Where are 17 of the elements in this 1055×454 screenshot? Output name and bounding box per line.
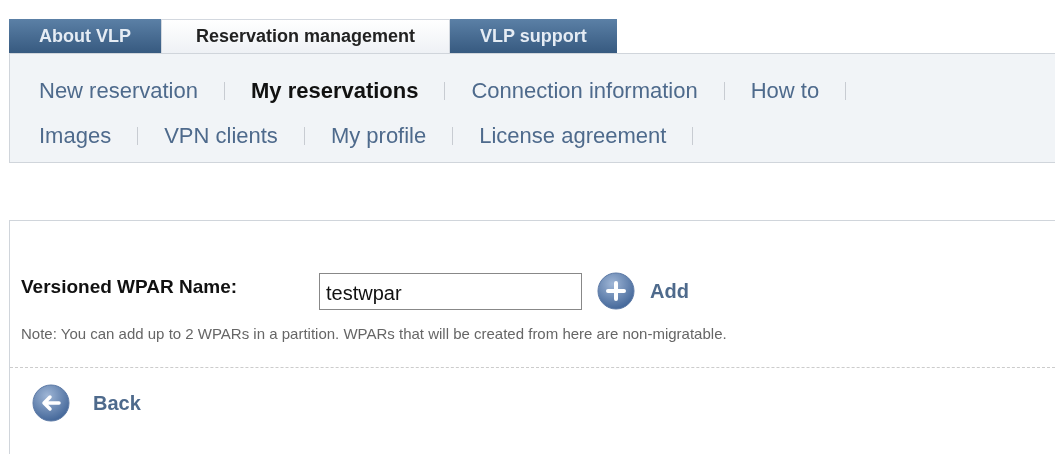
tab[interactable]: Reservation management [161, 19, 451, 53]
submenu-link[interactable]: My reservations [250, 74, 419, 107]
submenu-link[interactable]: My profile [330, 119, 427, 152]
submenu-link[interactable]: VPN clients [164, 119, 278, 152]
submenu-link[interactable]: How to [750, 74, 820, 107]
add-link[interactable]: Add [650, 276, 689, 306]
tab[interactable]: VLP support [450, 19, 617, 53]
submenu-link[interactable]: Connection information [471, 74, 698, 107]
field-label: Versioned WPAR Name: [21, 274, 239, 299]
submenu-link[interactable]: New reservation [39, 74, 198, 107]
note-text: Note: You can add up to 2 WPARs in a partition. WPARs that will be created from here are non-migratable. [20, 324, 728, 344]
plus-icon [596, 271, 636, 311]
submenu-link[interactable]: Images [39, 119, 112, 152]
tab[interactable]: About VLP [9, 19, 161, 53]
name-field[interactable]: testwpar [319, 272, 582, 310]
submenu-link[interactable]: License agreement [479, 119, 667, 152]
back-link[interactable]: Back [93, 387, 141, 418]
